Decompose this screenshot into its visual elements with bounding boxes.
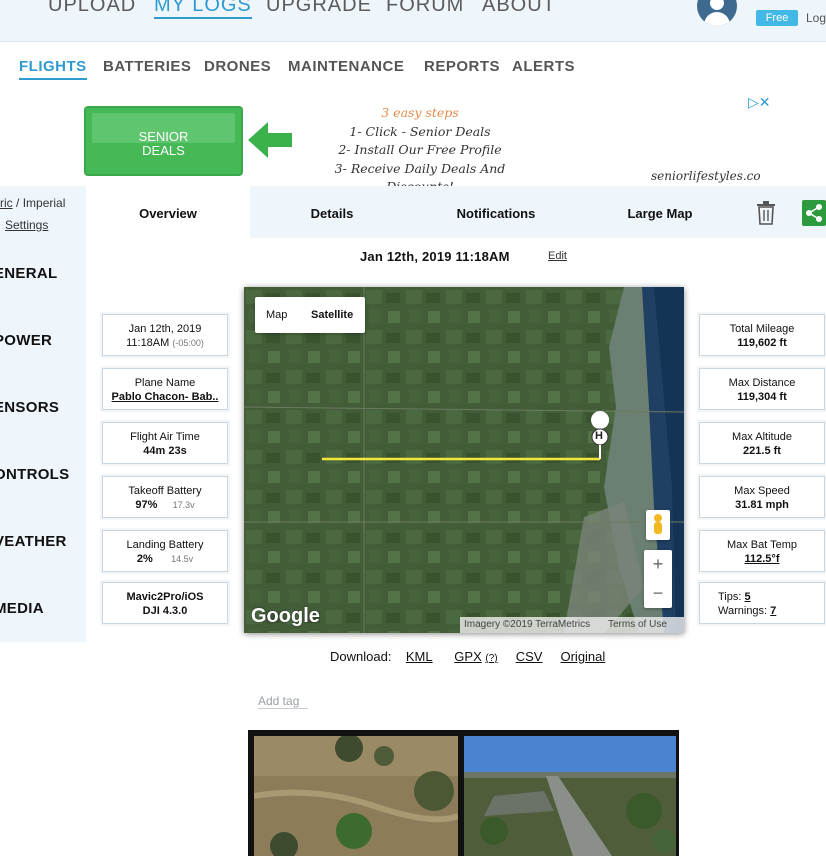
trash-icon[interactable]	[756, 201, 776, 225]
ad-banner[interactable]: SENIOR DEALS 3 easy steps 1- Click - Sen…	[0, 88, 826, 194]
user-icon	[710, 0, 724, 10]
settings-link[interactable]: Settings	[5, 218, 48, 232]
download-original[interactable]: Original	[560, 649, 605, 664]
nav-upgrade[interactable]: UPGRADE	[266, 0, 372, 17]
subnav-drones[interactable]: DRONES	[204, 58, 271, 75]
ad-cta-line1: SENIOR	[138, 129, 189, 144]
warnings-link[interactable]: 7	[770, 605, 776, 617]
flight-date: Jan 12th, 2019 11:18AM	[360, 249, 510, 264]
subnav-flights[interactable]: FLIGHTS	[19, 58, 87, 80]
ad-cta-button[interactable]: SENIOR DEALS	[84, 106, 243, 176]
card-max-distance: Max Distance 119,304 ft	[699, 368, 825, 410]
subnav-alerts[interactable]: ALERTS	[512, 58, 575, 75]
edit-link[interactable]: Edit	[548, 250, 567, 262]
zoom-out-button[interactable]: −	[644, 579, 672, 608]
nav-forum[interactable]: FORUM	[386, 0, 464, 17]
nav-my-logs[interactable]: MY LOGS	[154, 0, 252, 19]
google-logo: Google	[251, 605, 320, 627]
top-nav: UPLOAD MY LOGS UPGRADE FORUM ABOUT Free …	[0, 0, 826, 42]
tab-details[interactable]: Details	[250, 186, 414, 238]
arrow-left-icon	[248, 122, 292, 158]
ad-steps: 3 easy steps 1- Click - Senior Deals 2- …	[334, 105, 506, 194]
tips-link[interactable]: 5	[745, 591, 751, 603]
map-terms-link[interactable]: Terms of Use	[608, 617, 667, 633]
zoom-controls: + −	[644, 550, 672, 608]
card-max-speed: Max Speed 31.81 mph	[699, 476, 825, 518]
satellite-imagery	[244, 287, 684, 633]
avatar[interactable]	[697, 0, 737, 26]
media-thumb-2[interactable]	[464, 736, 676, 856]
card-max-bat-temp: Max Bat Temp 112.5°f	[699, 530, 825, 572]
download-gpx[interactable]: GPX	[454, 649, 481, 664]
home-marker-label: H	[595, 430, 603, 442]
add-tag-input[interactable]: Add tag	[258, 694, 308, 709]
card-date: Jan 12th, 2019 11:18AM (-05:00)	[102, 314, 228, 356]
ad-site: seniorlifestyles.co	[651, 169, 761, 183]
share-button[interactable]	[802, 200, 826, 226]
section-power[interactable]: POWER	[0, 332, 52, 349]
tab-overview[interactable]: Overview	[86, 186, 250, 238]
card-tips-warnings: Tips: 5 Warnings: 7	[699, 582, 825, 624]
media-strip	[248, 730, 679, 856]
gpx-help-link[interactable]: (?)	[485, 653, 497, 664]
plane-name-link[interactable]: Pablo Chacon- Bab..	[103, 390, 227, 404]
map-attribution: Imagery ©2019 TerraMetrics Terms of Use	[460, 617, 684, 633]
card-aircraft: Mavic2Pro/iOS DJI 4.3.0	[102, 582, 228, 624]
card-takeoff-battery: Takeoff Battery 97% 17.3v	[102, 476, 228, 518]
download-kml[interactable]: KML	[406, 649, 433, 664]
card-total-mileage: Total Mileage 119,602 ft	[699, 314, 825, 356]
sub-nav: FLIGHTS BATTERIES DRONES MAINTENANCE REP…	[0, 42, 826, 88]
card-air-time: Flight Air Time 44m 23s	[102, 422, 228, 464]
section-media[interactable]: MEDIA	[0, 600, 44, 617]
download-row: Download: KML GPX (?) CSV Original	[330, 649, 606, 664]
nav-upload[interactable]: UPLOAD	[48, 0, 136, 17]
media-thumb-1[interactable]	[254, 736, 458, 856]
subnav-reports[interactable]: REPORTS	[424, 58, 500, 75]
section-controls[interactable]: ONTROLS	[0, 466, 69, 483]
tab-notifications[interactable]: Notifications	[414, 186, 578, 238]
flight-map[interactable]: H Map Satellite + − Google Imagery ©2019…	[244, 287, 684, 633]
tab-large-map[interactable]: Large Map	[578, 186, 742, 238]
unit-toggle: ric / Imperial	[0, 196, 66, 210]
nav-about[interactable]: ABOUT	[482, 0, 556, 17]
imperial-link[interactable]: Imperial	[23, 196, 66, 210]
section-general[interactable]: ENERAL	[0, 265, 57, 282]
map-type-toggle: Map Satellite	[255, 297, 365, 333]
ad-cta-line2: DEALS	[142, 143, 185, 158]
map-mode-map[interactable]: Map	[266, 297, 287, 333]
login-link[interactable]: Log	[806, 11, 826, 25]
card-plane-name: Plane Name Pablo Chacon- Bab..	[102, 368, 228, 410]
section-weather[interactable]: VEATHER	[0, 533, 67, 550]
card-landing-battery: Landing Battery 2% 14.5v	[102, 530, 228, 572]
plan-badge: Free	[756, 10, 798, 26]
street-view-icon[interactable]	[646, 510, 670, 540]
subnav-batteries[interactable]: BATTERIES	[103, 58, 191, 75]
section-sensors[interactable]: ENSORS	[0, 399, 59, 416]
bat-temp-link[interactable]: 112.5°f	[700, 552, 824, 566]
map-mode-satellite[interactable]: Satellite	[311, 297, 353, 333]
zoom-in-button[interactable]: +	[644, 550, 672, 579]
metric-link[interactable]: ric	[0, 196, 13, 210]
share-icon	[806, 204, 822, 222]
download-csv[interactable]: CSV	[516, 649, 543, 664]
tab-bar: Overview Details Notifications Large Map	[86, 186, 826, 238]
card-max-altitude: Max Altitude 221.5 ft	[699, 422, 825, 464]
subnav-maintenance[interactable]: MAINTENANCE	[288, 58, 404, 75]
ad-choices-icon[interactable]: ▷✕	[748, 94, 771, 111]
